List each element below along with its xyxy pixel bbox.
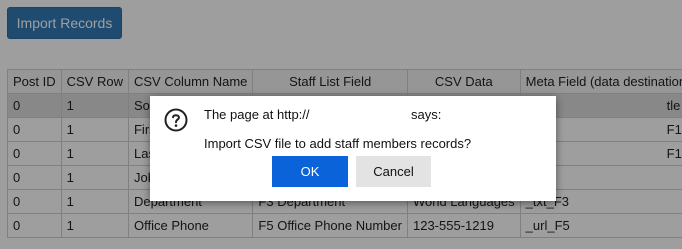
dialog-title-suffix: says: xyxy=(411,107,442,122)
cancel-button[interactable]: Cancel xyxy=(356,156,431,187)
confirm-dialog: The page at http:// says: Import CSV fil… xyxy=(150,96,556,201)
dialog-message: Import CSV file to add staff members rec… xyxy=(204,136,472,151)
dialog-title-prefix: The page at http:// xyxy=(204,107,310,122)
ok-button[interactable]: OK xyxy=(272,156,348,187)
question-circle-icon xyxy=(164,108,188,132)
